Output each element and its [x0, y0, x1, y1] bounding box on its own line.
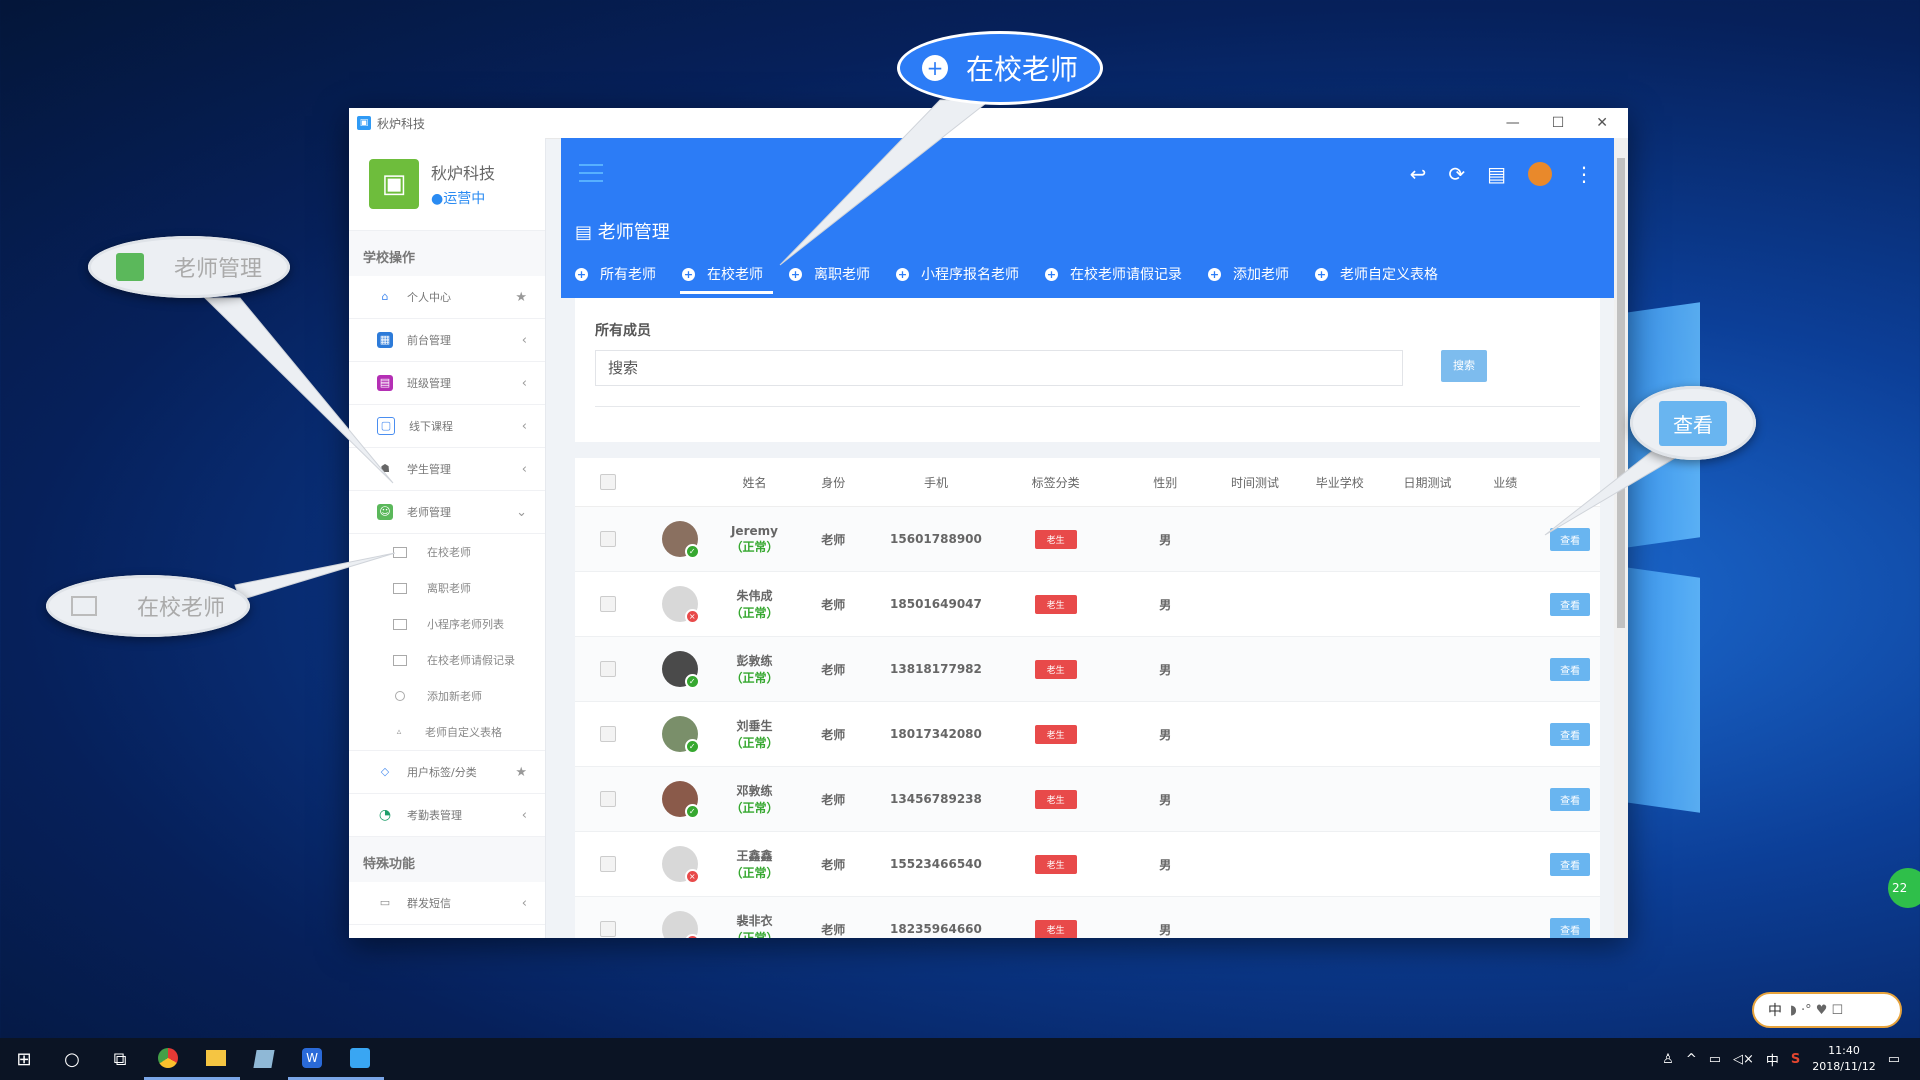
callout-tail-left1 — [203, 297, 394, 484]
callout-tails — [203, 99, 1682, 601]
callout-tail-left2 — [234, 552, 396, 601]
callout-tail-right — [1544, 444, 1682, 536]
qiulu-app-icon[interactable] — [336, 1038, 384, 1080]
taskbar: ⊞ ○ ⧉ W ♙ ^ ▭ ◁× 中 S 11:40 2018/11/12 ▭ — [0, 1038, 1920, 1080]
people-icon[interactable]: ♙ — [1662, 1052, 1674, 1067]
plus-icon: + — [921, 55, 948, 81]
callout-current-teachers-left: 在校老师 — [46, 575, 250, 637]
callout-teacher-management: 老师管理 — [88, 236, 290, 298]
ime-mode: 中 — [1768, 1003, 1782, 1019]
callout-text: 老师管理 — [173, 257, 262, 282]
chrome-icon[interactable] — [144, 1038, 192, 1080]
callout-text: 在校老师 — [136, 596, 225, 621]
floating-badge[interactable]: 22 — [1888, 868, 1920, 908]
search-icon[interactable]: ○ — [48, 1038, 96, 1080]
clock[interactable]: 11:40 2018/11/12 — [1812, 1043, 1875, 1075]
volume-icon[interactable]: ◁× — [1733, 1052, 1754, 1067]
callout-text: 查看 — [1659, 400, 1727, 446]
notification-icon[interactable]: ▭ — [1888, 1052, 1900, 1067]
callout-view: 查看 — [1630, 386, 1756, 460]
callout-tail-top — [779, 99, 992, 266]
task-view-icon[interactable]: ⧉ — [96, 1038, 144, 1080]
callout-text: 在校老师 — [965, 53, 1078, 86]
language-indicator[interactable]: 中 — [1766, 1050, 1779, 1069]
list-icon — [70, 596, 97, 616]
chevron-up-icon[interactable]: ^ — [1686, 1052, 1697, 1067]
sogou-icon[interactable]: S — [1791, 1052, 1800, 1067]
teacher-icon — [115, 253, 144, 281]
app-icon[interactable] — [240, 1038, 288, 1080]
callout-current-teachers: + 在校老师 — [900, 34, 1100, 102]
clock-date: 2018/11/12 — [1812, 1060, 1876, 1073]
system-tray: ♙ ^ ▭ ◁× 中 S 11:40 2018/11/12 ▭ — [1662, 1043, 1920, 1075]
clock-time: 11:40 — [1828, 1044, 1860, 1057]
network-icon[interactable]: ▭ — [1709, 1052, 1721, 1067]
ime-icons: ◗ ·° ♥ ☐ — [1790, 1002, 1844, 1018]
file-explorer-icon[interactable] — [192, 1038, 240, 1080]
wps-icon[interactable]: W — [288, 1038, 336, 1080]
start-icon[interactable]: ⊞ — [0, 1038, 48, 1080]
ime-toolbar[interactable]: 中 ◗ ·° ♥ ☐ — [1752, 992, 1902, 1028]
